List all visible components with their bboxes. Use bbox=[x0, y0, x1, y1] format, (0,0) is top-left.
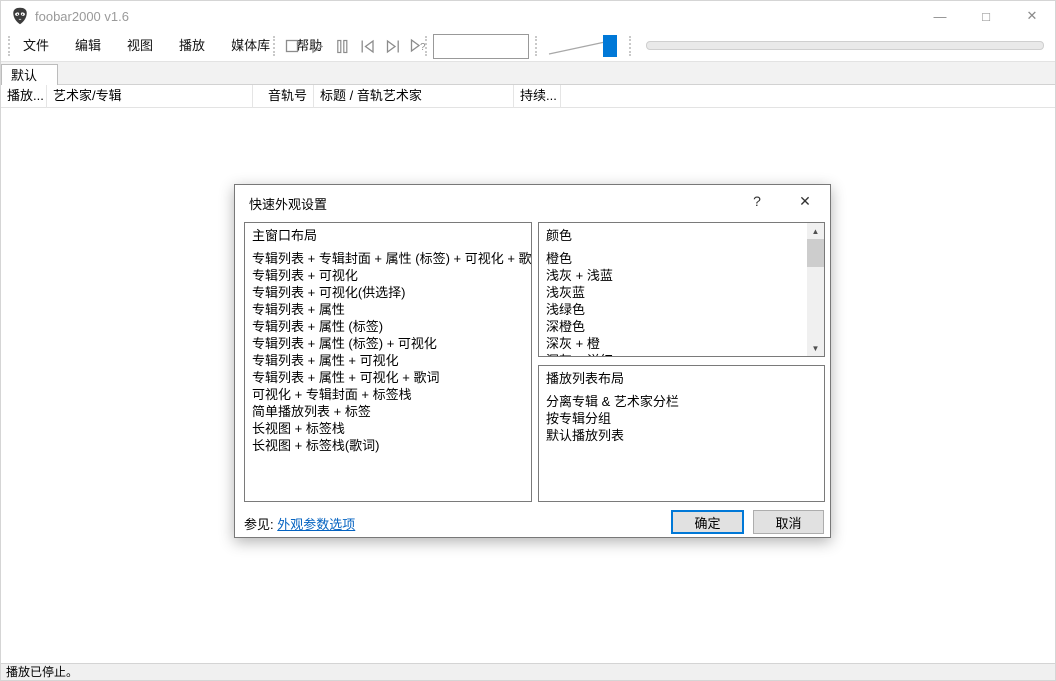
playlist-column-headers: 播放... 艺术家/专辑 音轨号 标题 / 音轨艺术家 持续... bbox=[1, 85, 1055, 108]
svg-text:?: ? bbox=[420, 42, 426, 53]
status-text: 播放已停止。 bbox=[6, 665, 79, 679]
scrollbar-thumb[interactable] bbox=[807, 239, 824, 267]
color-option[interactable]: 浅绿色 bbox=[546, 301, 807, 318]
menu-item[interactable]: 编辑 bbox=[62, 31, 114, 61]
menu-item[interactable]: 文件 bbox=[10, 31, 62, 61]
close-button[interactable]: ✕ bbox=[1009, 1, 1055, 31]
previous-button[interactable] bbox=[359, 31, 376, 61]
dialog-help-button[interactable]: ? bbox=[740, 187, 774, 215]
volume-slider[interactable] bbox=[543, 33, 623, 59]
main-layout-option[interactable]: 专辑列表 + 属性 + 可视化 bbox=[252, 352, 531, 369]
playlist-layout-option[interactable]: 按专辑分组 bbox=[546, 410, 824, 427]
color-option[interactable]: 深灰 + 洋红 bbox=[546, 352, 807, 356]
seek-bar[interactable] bbox=[646, 41, 1044, 50]
main-layout-listbox: 主窗口布局 专辑列表 + 专辑封面 + 属性 (标签) + 可视化 + 歌词 专辑… bbox=[244, 222, 532, 502]
main-layout-header: 主窗口布局 bbox=[252, 228, 318, 243]
pause-icon bbox=[337, 39, 348, 53]
scroll-down-icon[interactable]: ▼ bbox=[807, 340, 824, 356]
menu-item[interactable]: 视图 bbox=[114, 31, 166, 61]
stop-icon bbox=[285, 39, 299, 52]
playlist-tab-default[interactable]: 默认 bbox=[1, 64, 58, 86]
minimize-button[interactable]: — bbox=[917, 1, 963, 31]
search-input[interactable] bbox=[433, 34, 529, 59]
close-icon: ✕ bbox=[799, 192, 811, 209]
play-button[interactable] bbox=[309, 31, 326, 61]
main-layout-option[interactable]: 长视图 + 标签栈 bbox=[252, 420, 531, 437]
playlist-column-header[interactable]: 持续... bbox=[514, 85, 561, 108]
playlist-column-header[interactable]: 标题 / 音轨艺术家 bbox=[314, 85, 514, 108]
toolbar: 文件 编辑 视图 播放 媒体库 帮助 ? bbox=[1, 31, 1055, 61]
close-icon: ✕ bbox=[1026, 8, 1038, 23]
main-layout-option[interactable]: 专辑列表 + 可视化 bbox=[252, 267, 531, 284]
main-layout-option[interactable]: 专辑列表 + 可视化(供选择) bbox=[252, 284, 531, 301]
foobar2000-logo-icon bbox=[13, 7, 27, 25]
color-option[interactable]: 浅灰蓝 bbox=[546, 284, 807, 301]
title-bar: foobar2000 v1.6 — □ ✕ bbox=[1, 1, 1055, 31]
volume-slider-handle bbox=[603, 35, 617, 57]
status-bar: 播放已停止。 bbox=[1, 663, 1055, 680]
maximize-icon: □ bbox=[982, 8, 990, 24]
main-layout-option[interactable]: 专辑列表 + 属性 + 可视化 + 歌词 bbox=[252, 369, 531, 386]
dialog-close-button[interactable]: ✕ bbox=[785, 187, 825, 215]
colors-scrollbar[interactable]: ▲ ▼ bbox=[807, 223, 824, 356]
playlist-column-header[interactable]: 音轨号 bbox=[253, 85, 314, 108]
playlist-column-header[interactable]: 播放... bbox=[1, 85, 47, 108]
color-option[interactable]: 浅灰 + 浅蓝 bbox=[546, 267, 807, 284]
menu-item[interactable]: 播放 bbox=[166, 31, 218, 61]
see-also-label: 参见: bbox=[244, 517, 274, 532]
colors-header: 颜色 bbox=[546, 228, 573, 243]
scroll-up-icon[interactable]: ▲ bbox=[807, 223, 824, 239]
playlist-layout-option[interactable]: 分离专辑 & 艺术家分栏 bbox=[546, 393, 824, 410]
color-option[interactable]: 深灰 + 橙 bbox=[546, 335, 807, 352]
play-icon bbox=[312, 39, 324, 53]
next-track-icon bbox=[386, 39, 399, 53]
color-option[interactable]: 深橙色 bbox=[546, 318, 807, 335]
see-also-row: 参见: 外观参数选项 bbox=[244, 514, 355, 533]
playlist-layout-header: 播放列表布局 bbox=[546, 371, 625, 386]
window-controls: — □ ✕ bbox=[917, 1, 1055, 31]
ok-button[interactable]: 确定 bbox=[671, 510, 744, 534]
main-layout-option[interactable]: 可视化 + 专辑封面 + 标签栈 bbox=[252, 386, 531, 403]
quick-appearance-dialog: 快速外观设置 ? ✕ 主窗口布局 专辑列表 + 专辑封面 + 属性 (标签) +… bbox=[234, 184, 831, 538]
toolbar-gripper[interactable] bbox=[535, 36, 538, 56]
window-title: foobar2000 v1.6 bbox=[35, 9, 129, 24]
appearance-preferences-link[interactable]: 外观参数选项 bbox=[277, 517, 355, 532]
dialog-title: 快速外观设置 bbox=[249, 197, 328, 212]
stop-button[interactable] bbox=[284, 31, 301, 61]
main-layout-option[interactable]: 专辑列表 + 属性 bbox=[252, 301, 531, 318]
random-play-icon: ? bbox=[410, 38, 426, 53]
playlist-layout-listbox: 播放列表布局 分离专辑 & 艺术家分栏 按专辑分组 默认播放列表 bbox=[538, 365, 825, 502]
color-option[interactable]: 橙色 bbox=[546, 250, 807, 267]
main-layout-option[interactable]: 专辑列表 + 属性 (标签) + 可视化 bbox=[252, 335, 531, 352]
playlist-column-header[interactable]: 艺术家/专辑 bbox=[47, 85, 253, 108]
main-layout-option[interactable]: 专辑列表 + 属性 (标签) bbox=[252, 318, 531, 335]
main-layout-option[interactable]: 简单播放列表 + 标签 bbox=[252, 403, 531, 420]
main-layout-option[interactable]: 长视图 + 标签栈(歌词) bbox=[252, 437, 531, 454]
playlist-layout-option[interactable]: 默认播放列表 bbox=[546, 427, 824, 444]
app-window: foobar2000 v1.6 — □ ✕ 文件编辑视图播放媒体库帮助 bbox=[0, 0, 1056, 681]
pause-button[interactable] bbox=[334, 31, 351, 61]
minimize-icon: — bbox=[933, 8, 947, 24]
random-button[interactable]: ? bbox=[409, 31, 429, 61]
colors-listbox: 颜色 橙色浅灰 + 浅蓝浅灰蓝浅绿色深橙色深灰 + 橙深灰 + 洋红 ▲ ▼ bbox=[538, 222, 825, 357]
playlist-tab-strip: 默认 bbox=[1, 61, 1055, 86]
main-layout-option[interactable]: 专辑列表 + 专辑封面 + 属性 (标签) + 可视化 + 歌词 bbox=[252, 250, 531, 267]
cancel-button[interactable]: 取消 bbox=[753, 510, 824, 534]
transport-controls: ? bbox=[284, 31, 429, 61]
previous-track-icon bbox=[361, 39, 374, 53]
next-button[interactable] bbox=[384, 31, 401, 61]
menu-item[interactable]: 媒体库 bbox=[218, 31, 283, 61]
help-icon: ? bbox=[753, 193, 761, 209]
maximize-button[interactable]: □ bbox=[963, 1, 1009, 31]
toolbar-gripper[interactable] bbox=[629, 36, 632, 56]
